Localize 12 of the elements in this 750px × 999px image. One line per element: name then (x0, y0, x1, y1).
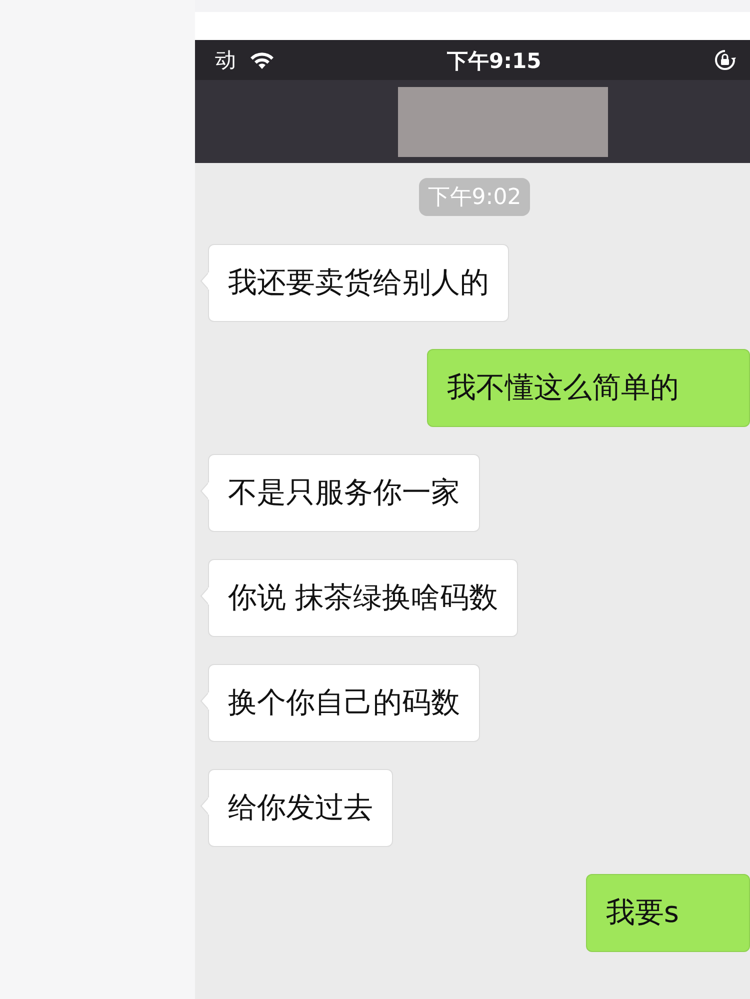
message-bubble: 你说 抹茶绿换啥码数 (208, 559, 518, 637)
rotation-lock-icon (714, 49, 736, 71)
status-time: 下午9:15 (447, 48, 542, 75)
message-bubble: 我要s (586, 874, 750, 952)
carrier-name: 动 (215, 47, 236, 74)
message-bubble: 不是只服务你一家 (208, 454, 480, 532)
message-bubble: 我不懂这么简单的 (427, 349, 750, 427)
wifi-icon (250, 51, 274, 69)
message-bubble: 换个你自己的码数 (208, 664, 480, 742)
message-bubble: 给你发过去 (208, 769, 393, 847)
timestamp: 下午9:02 (418, 178, 530, 216)
message-bubble: 我还要卖货给别人的 (208, 244, 509, 322)
